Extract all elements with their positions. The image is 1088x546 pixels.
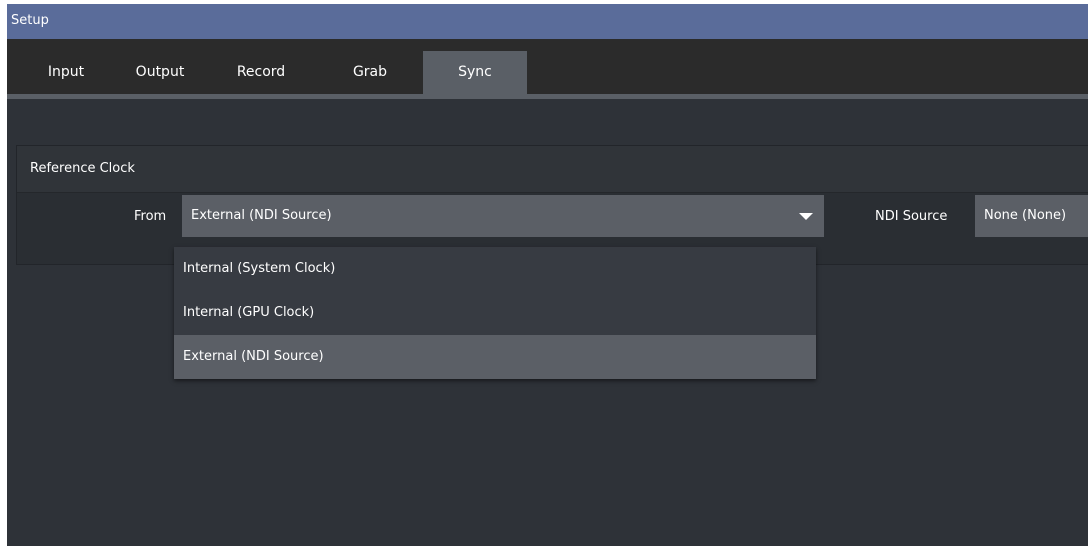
ndi-source-value: None (None) [984, 208, 1067, 223]
from-select[interactable]: External (NDI Source) [182, 195, 824, 237]
chevron-down-icon [799, 213, 813, 220]
from-select-value: External (NDI Source) [191, 208, 332, 223]
ndi-source-label: NDI Source [875, 209, 948, 224]
group-header: Reference Clock [17, 146, 1088, 193]
tab-output[interactable]: Output [120, 51, 200, 94]
dropdown-option-system-clock[interactable]: Internal (System Clock) [174, 247, 816, 291]
tab-label: Grab [352, 64, 388, 80]
title-bar: Setup [7, 4, 1088, 39]
dropdown-option-gpu-clock[interactable]: Internal (GPU Clock) [174, 291, 816, 335]
tab-record[interactable]: Record [211, 51, 311, 94]
tab-label: Sync [458, 64, 492, 80]
tab-grab[interactable]: Grab [325, 51, 415, 94]
tab-label: Output [135, 64, 185, 80]
tab-input[interactable]: Input [31, 51, 101, 94]
window-title: Setup [11, 13, 49, 28]
tab-label: Record [236, 64, 286, 80]
group-title: Reference Clock [30, 161, 135, 176]
ndi-source-select[interactable]: None (None) [975, 195, 1088, 237]
from-dropdown-list: Internal (System Clock) Internal (GPU Cl… [174, 247, 816, 379]
from-label: From [134, 209, 167, 224]
tab-label: Input [47, 64, 85, 80]
dropdown-option-ndi-source[interactable]: External (NDI Source) [174, 335, 816, 379]
tab-bar: Input Output Record Grab Sync [7, 39, 1088, 94]
tab-sync[interactable]: Sync [423, 51, 527, 94]
